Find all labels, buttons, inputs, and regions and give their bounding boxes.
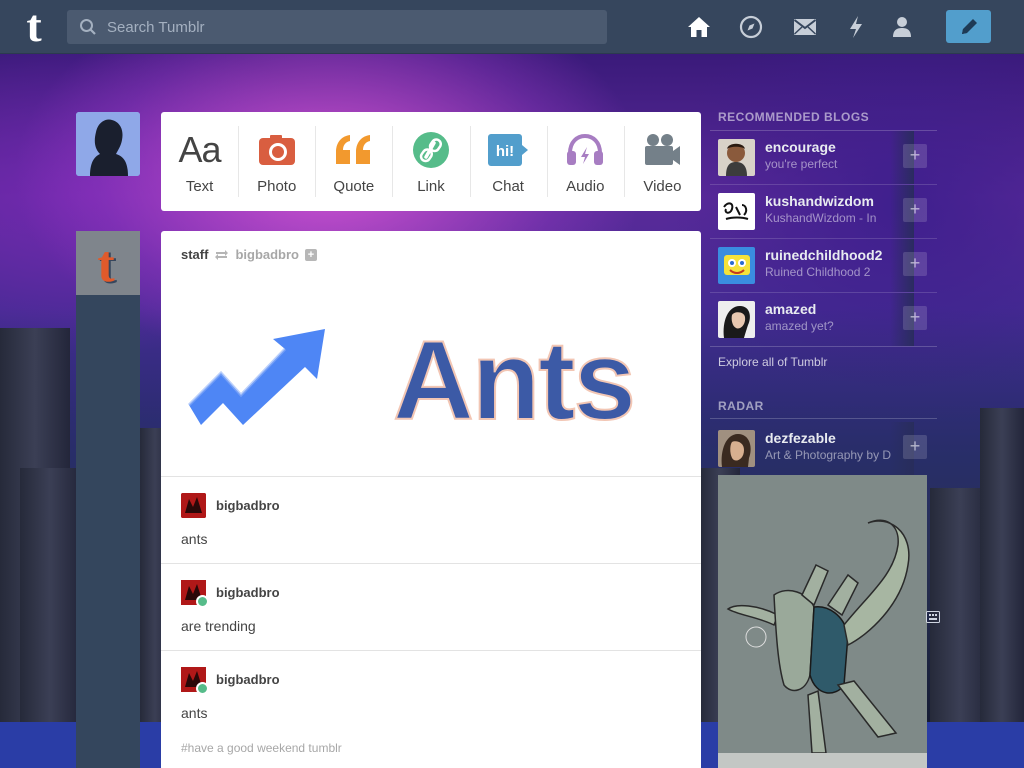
reblog-entry: bigbadbro are trending [161,563,701,650]
follow-button[interactable]: + [903,435,927,459]
link-icon [412,128,449,172]
follow-plus-icon[interactable]: + [305,248,317,261]
blog-name: amazed [765,301,817,317]
blog-avatar [718,301,755,338]
divider [710,346,937,347]
reblog-badge-icon [196,595,209,608]
post-type-bar: Aa Text Photo Quote Link hi! Chat Audio [161,112,701,211]
home-icon[interactable] [686,14,712,40]
blog-avatar [718,430,755,467]
user-avatar[interactable] [76,112,140,176]
reblog-avatar[interactable] [181,580,209,608]
post-type-label: Audio [566,178,605,195]
explore-link[interactable]: Explore all of Tumblr [718,355,827,369]
pencil-icon [961,18,977,34]
dashboard-post: staff bigbadbro + Ants bigbadbro ants bi… [161,231,701,768]
reblog-icon [215,249,229,260]
post-type-label: Video [643,178,682,195]
post-tags[interactable]: #have a good weekend tumblr [181,741,342,755]
radar-image [718,475,927,753]
post-type-photo[interactable]: Photo [238,112,315,211]
blog-name: encourage [765,139,836,155]
blog-title: KushandWizdom - In [765,211,877,225]
recommended-blog[interactable]: kushandwizdom KushandWizdom - In + [710,185,937,239]
video-icon [642,128,682,172]
blog-title: amazed yet? [765,319,834,333]
follow-button[interactable]: + [903,144,927,168]
blog-name: dezfezable [765,430,836,446]
quote-icon [334,128,374,172]
blog-title: you're perfect [765,157,838,171]
trending-arrow-icon [187,329,325,425]
blog-title: Art & Photography by D [765,448,892,462]
blog-avatar [718,193,755,230]
recommended-blog[interactable]: ruinedchildhood2 Ruined Childhood 2 + [710,239,937,293]
radar-post[interactable] [718,475,927,768]
reblog-text: ants [181,531,208,547]
tumblr-logo[interactable]: t [14,3,54,50]
post-type-audio[interactable]: Audio [546,112,624,211]
reblog-avatar[interactable] [181,493,206,518]
explore-icon[interactable] [738,14,764,40]
post-type-chat[interactable]: hi! Chat [469,112,547,211]
keyboard-icon[interactable] [926,611,940,623]
search-icon [80,19,96,35]
follow-button[interactable]: + [903,198,927,222]
reblog-text: are trending [181,618,256,634]
blog-name: ruinedchildhood2 [765,247,883,263]
blog-title: Ruined Childhood 2 [765,265,871,279]
post-type-text[interactable]: Aa Text [161,112,238,211]
reblog-username[interactable]: bigbadbro [216,672,280,687]
follow-button[interactable]: + [903,306,927,330]
radar-title: RADAR [718,399,764,413]
reblog-username[interactable]: bigbadbro [216,498,280,513]
post-type-label: Chat [492,178,524,195]
blog-avatar [718,247,755,284]
chat-icon: hi! [487,128,529,172]
inbox-icon[interactable] [792,14,818,40]
staff-avatar[interactable]: t t [76,231,140,295]
audio-icon [565,128,605,172]
post-type-quote[interactable]: Quote [315,112,392,211]
reblog-username[interactable]: bigbadbro [216,585,280,600]
post-type-link[interactable]: Link [392,112,469,211]
post-type-video[interactable]: Video [623,112,701,211]
post-type-label: Photo [257,178,297,195]
blog-avatar [718,139,755,176]
recommended-blog[interactable]: amazed amazed yet? + [710,293,937,347]
recommended-blog[interactable]: encourage you're perfect + [710,131,937,185]
post-type-label: Text [185,178,214,195]
staff-avatar-column [76,231,140,768]
photo-icon [258,128,296,172]
top-navigation-bar: t [0,0,1024,54]
reblog-entry: bigbadbro ants [161,476,701,563]
account-icon[interactable] [889,14,915,40]
svg-text:hi!: hi! [496,143,514,160]
text-icon: Aa [178,129,222,170]
follow-button[interactable]: + [903,252,927,276]
compose-button[interactable] [946,10,991,43]
search-bar[interactable] [67,10,607,44]
reblog-text: ants [181,705,208,721]
search-input[interactable] [107,18,587,36]
radar-blog[interactable]: dezfezable Art & Photography by D + [710,422,937,476]
post-image-text: Ants [393,321,634,431]
blog-name: kushandwizdom [765,193,874,209]
post-header: staff bigbadbro + [181,247,317,262]
post-type-label: Quote [333,178,375,195]
divider [710,418,937,419]
reblog-badge-icon [196,682,209,695]
post-author[interactable]: staff [181,247,208,262]
reblogged-from[interactable]: bigbadbro [235,247,299,262]
activity-icon[interactable] [843,14,869,40]
svg-text:t: t [97,236,115,293]
post-image: Ants [187,321,637,431]
post-type-label: Link [417,178,445,195]
reblog-avatar[interactable] [181,667,209,695]
recommended-blogs-title: RECOMMENDED BLOGS [718,110,870,124]
